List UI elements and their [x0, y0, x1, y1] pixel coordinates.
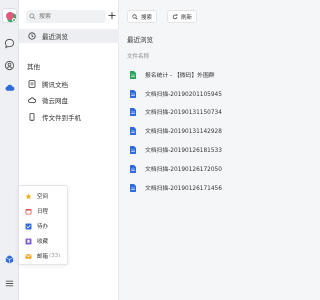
weiyun-icon: [28, 96, 36, 104]
popup-item-mail[interactable]: 邮箱 (33): [25, 250, 60, 262]
cloud-drive-icon[interactable]: [4, 82, 15, 93]
search-icon: [29, 13, 36, 20]
popup-item-space[interactable]: 空间: [25, 190, 48, 202]
file-name: 文档扫描-20190131150734: [145, 110, 222, 116]
column-header-filename[interactable]: 文件名称: [127, 52, 149, 60]
main-content: 搜索 刷新 最近浏览 文件名称 报名统计 - 【微码】外围群文档扫描-20190…: [120, 0, 300, 300]
search-icon: [132, 13, 138, 19]
popup-item-label: 空间: [37, 194, 49, 200]
avatar[interactable]: [2, 8, 17, 23]
file-name: 报名统计 - 【微码】外围群: [145, 73, 215, 79]
document-file-icon: [130, 164, 136, 173]
refresh-icon: [172, 13, 178, 19]
file-row[interactable]: 报名统计 - 【微码】外围群: [130, 68, 298, 81]
apps-popup-menu: 空间 日程 待办 收藏 邮箱 (33): [18, 185, 68, 265]
popup-item-label: 待办: [37, 224, 49, 230]
mail-icon: [25, 253, 32, 260]
document-file-icon: [130, 145, 136, 154]
file-name: 文档扫描-20190126181533: [145, 148, 222, 154]
search-button-label: 搜索: [141, 14, 153, 21]
popup-item-todo[interactable]: 待办: [25, 220, 48, 232]
todo-icon: [25, 223, 32, 230]
section-title: 其他: [27, 63, 40, 71]
bookmark-icon: [25, 238, 32, 245]
file-row[interactable]: 文档扫描-20190131150734: [130, 105, 298, 118]
file-row[interactable]: 文档扫描-20190201105945: [130, 87, 298, 100]
file-row[interactable]: 文档扫描-20190126171456: [130, 181, 298, 194]
sidebar-item-weiyun[interactable]: 微云网盘: [19, 93, 119, 107]
document-file-icon: [130, 183, 136, 192]
chat-bubble-icon[interactable]: [4, 38, 15, 49]
page-title: 最近浏览: [127, 36, 153, 44]
popup-item-favorites[interactable]: 收藏: [25, 235, 48, 247]
sidebar-item-tencent-docs[interactable]: 腾讯文档: [19, 77, 119, 91]
left-rail: [0, 0, 19, 300]
sidebar-item-send-to-phone[interactable]: 传文件到手机: [19, 110, 119, 124]
contacts-icon[interactable]: [4, 60, 15, 71]
document-file-icon: [130, 107, 136, 116]
file-row[interactable]: 文档扫描-20190126172050: [130, 162, 298, 175]
popup-item-label: 日程: [37, 209, 49, 215]
menu-icon[interactable]: [4, 278, 15, 289]
clock-icon: [28, 32, 36, 40]
sidebar-item-label: 腾讯文档: [42, 81, 68, 89]
add-button[interactable]: +: [107, 10, 117, 22]
popup-item-calendar[interactable]: 日程: [25, 205, 48, 217]
document-file-icon: [130, 89, 136, 98]
apps-cube-icon[interactable]: [4, 254, 15, 265]
search-input[interactable]: [39, 13, 99, 20]
online-status-dot: [12, 18, 16, 22]
file-row[interactable]: 文档扫描-20190131142928: [130, 124, 298, 137]
file-row[interactable]: 文档扫描-20190126181533: [130, 143, 298, 156]
file-name: 文档扫描-20190201105945: [145, 92, 222, 98]
document-file-icon: [130, 126, 136, 135]
sidebar-item-label: 传文件到手机: [42, 114, 81, 122]
sidebar-item-recent[interactable]: 最近浏览: [19, 29, 119, 43]
refresh-button-label: 刷新: [181, 14, 193, 21]
unread-count-badge: (33): [49, 253, 61, 259]
popup-item-label: 收藏: [37, 239, 49, 245]
sidebar-item-label: 最近浏览: [42, 33, 68, 41]
star-icon: [25, 193, 32, 200]
search-button[interactable]: 搜索: [127, 10, 158, 23]
phone-icon: [28, 113, 36, 121]
refresh-button[interactable]: 刷新: [167, 10, 198, 23]
spreadsheet-file-icon: [130, 70, 136, 79]
tencent-docs-icon: [28, 80, 36, 88]
file-name: 文档扫描-20190131142928: [145, 129, 222, 135]
popup-item-label: 邮箱: [37, 254, 49, 260]
file-name: 文档扫描-20190126172050: [145, 167, 222, 173]
search-box[interactable]: [26, 10, 106, 23]
sidebar-item-label: 微云网盘: [42, 97, 68, 105]
calendar-icon: [25, 208, 32, 215]
file-name: 文档扫描-20190126171456: [145, 186, 222, 192]
